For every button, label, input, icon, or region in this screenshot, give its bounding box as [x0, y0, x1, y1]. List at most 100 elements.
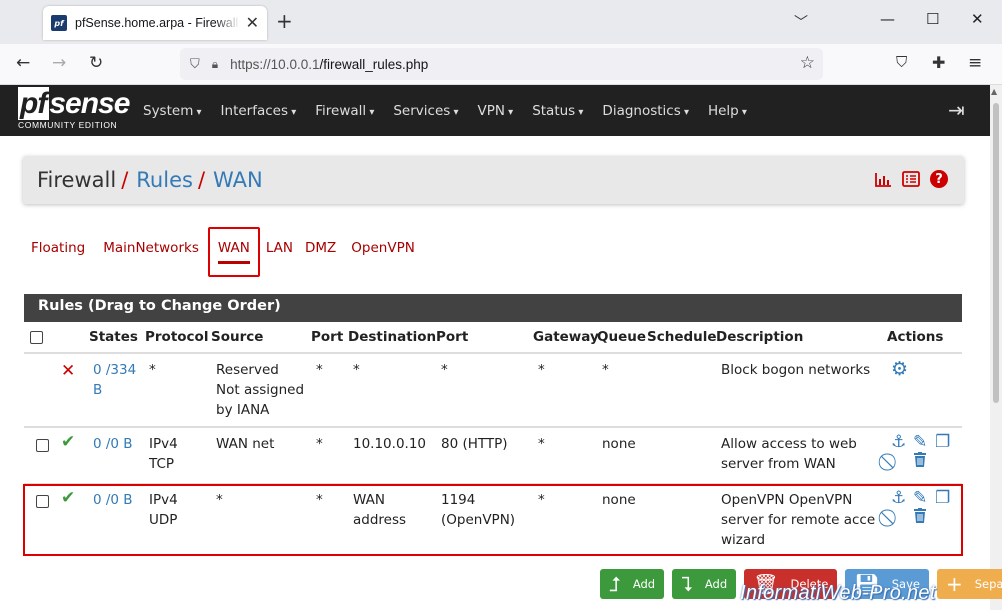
- header-schedule[interactable]: Schedule: [647, 327, 717, 347]
- header-states[interactable]: States: [89, 327, 138, 347]
- breadcrumb-rules-link[interactable]: Rules: [136, 168, 193, 192]
- scroll-thumb[interactable]: [993, 103, 999, 403]
- menu-help[interactable]: Help: [708, 103, 747, 119]
- menu-status[interactable]: Status: [532, 103, 583, 119]
- breadcrumb-firewall: Firewall: [37, 168, 117, 192]
- breadcrumb: Firewall / Rules / WAN ?: [23, 156, 964, 204]
- header-actions: Actions: [887, 329, 944, 345]
- rule-queue: *: [602, 362, 609, 378]
- page-scrollbar[interactable]: ▲: [990, 85, 1002, 610]
- edit-pencil-icon[interactable]: ✎: [913, 432, 927, 452]
- rule-states[interactable]: 0 /334 B: [93, 360, 136, 400]
- rule-gateway: *: [538, 436, 545, 452]
- table-row[interactable]: ✔ 0 /0 B IPv4 TCP WAN net * 10.10.0.10 80…: [24, 428, 962, 484]
- browser-tab-title: pfSense.home.arpa - Firewall: Rules: WAN: [75, 16, 240, 30]
- close-window-icon[interactable]: ✕: [971, 10, 984, 28]
- add-rule-top-button[interactable]: ⮥ Add: [600, 569, 665, 599]
- rule-destination: 10.10.0.10: [353, 436, 426, 452]
- rules-table-header: States Protocol Source Port Destination …: [24, 322, 962, 354]
- menu-diagnostics[interactable]: Diagnostics: [602, 103, 689, 119]
- url-text[interactable]: https://10.0.0.1/firewall_rules.php: [230, 57, 428, 72]
- rule-source-port: *: [316, 436, 323, 452]
- header-description[interactable]: Description: [716, 327, 803, 347]
- forward-arrow-icon[interactable]: →: [52, 53, 66, 73]
- list-tabs-chevron-icon[interactable]: ﹀: [794, 12, 808, 32]
- edition-label: COMMUNITY EDITION: [18, 120, 118, 130]
- tab-dmz[interactable]: DMZ: [302, 236, 345, 264]
- edit-pencil-icon[interactable]: ✎: [913, 488, 927, 508]
- header-destination[interactable]: Destination: [348, 327, 436, 347]
- menu-interfaces[interactable]: Interfaces: [221, 103, 297, 119]
- row-checkbox[interactable]: [36, 439, 49, 452]
- help-icon[interactable]: ?: [930, 170, 948, 188]
- menu-vpn[interactable]: VPN: [478, 103, 514, 119]
- header-queue[interactable]: Queue: [597, 327, 646, 347]
- select-all-checkbox[interactable]: [30, 331, 43, 344]
- delete-trash-icon[interactable]: [913, 452, 927, 473]
- rule-protocol: *: [149, 362, 156, 378]
- site-info-lock-icon[interactable]: 🔒︎: [212, 57, 218, 72]
- new-tab-button[interactable]: +: [276, 9, 293, 33]
- browser-tab[interactable]: pf pfSense.home.arpa - Firewall: Rules: …: [43, 6, 267, 40]
- table-row[interactable]: ✔ 0 /0 B IPv4 UDP * * WAN address 1194 (Ope…: [23, 484, 963, 556]
- header-destination-port[interactable]: Port: [436, 327, 468, 347]
- header-source-port[interactable]: Port: [311, 327, 343, 347]
- close-tab-icon[interactable]: ✕: [246, 15, 259, 31]
- browser-tab-bar: pf pfSense.home.arpa - Firewall: Rules: …: [0, 0, 1002, 44]
- rules-panel: Rules (Drag to Change Order) States Prot…: [23, 294, 963, 556]
- tab-lan[interactable]: LAN: [260, 236, 302, 264]
- delete-trash-icon[interactable]: [913, 508, 927, 529]
- header-protocol[interactable]: Protocol: [145, 327, 208, 347]
- arrow-up-icon: ⮥: [609, 572, 621, 596]
- anchor-icon[interactable]: ⚓: [891, 432, 906, 452]
- browser-nav-bar: ← → ↻ ⛉ 🔒︎ https://10.0.0.1/firewall_rul…: [0, 44, 1002, 85]
- add-separator-button[interactable]: +Separator: [936, 569, 1002, 599]
- copy-icon[interactable]: ❐: [935, 432, 950, 452]
- rule-gateway: *: [538, 492, 545, 508]
- settings-gear-icon[interactable]: ⚙: [891, 359, 908, 379]
- rule-destination-port: 1194 (OpenVPN): [441, 492, 516, 528]
- extensions-icon[interactable]: ✚: [932, 53, 945, 72]
- url-bar[interactable]: ⛉ 🔒︎ https://10.0.0.1/firewall_rules.php…: [180, 48, 823, 80]
- header-source[interactable]: Source: [211, 327, 263, 347]
- rule-states[interactable]: 0 /0 B: [93, 434, 133, 454]
- arrow-down-icon: ⮧: [681, 572, 693, 596]
- scroll-up-icon[interactable]: ▲: [991, 87, 997, 96]
- header-gateway[interactable]: Gateway: [533, 327, 599, 347]
- chart-icon[interactable]: [874, 170, 892, 188]
- pfsense-favicon-icon: pf: [51, 15, 67, 31]
- bookmark-star-icon[interactable]: ☆: [800, 53, 815, 73]
- tracking-shield-icon[interactable]: ⛉: [190, 57, 200, 72]
- rule-source-port: *: [316, 362, 323, 378]
- copy-icon[interactable]: ❐: [935, 488, 950, 508]
- rule-source: *: [216, 492, 223, 508]
- back-arrow-icon[interactable]: ←: [16, 53, 30, 73]
- tab-floating[interactable]: Floating: [22, 236, 94, 264]
- breadcrumb-separator: /: [121, 168, 129, 192]
- app-menu-icon[interactable]: ≡: [968, 53, 982, 73]
- menu-system[interactable]: System: [143, 103, 202, 119]
- add-rule-bottom-button[interactable]: ⮧ Add: [672, 569, 737, 599]
- rule-queue: none: [602, 436, 636, 452]
- rule-states[interactable]: 0 /0 B: [93, 490, 133, 510]
- table-row[interactable]: ✕ 0 /334 B * Reserved Not assigned by IANA …: [24, 354, 962, 428]
- tab-openvpn[interactable]: OpenVPN: [345, 236, 424, 264]
- row-checkbox[interactable]: [36, 495, 49, 508]
- rule-description: Block bogon networks: [721, 362, 871, 378]
- anchor-icon[interactable]: ⚓: [891, 488, 906, 508]
- logout-icon[interactable]: ⇥: [948, 98, 965, 122]
- breadcrumb-wan-link[interactable]: WAN: [213, 168, 263, 192]
- minimize-window-icon[interactable]: —: [880, 10, 895, 28]
- tab-wan[interactable]: WAN: [207, 227, 260, 277]
- pocket-icon[interactable]: ⛉: [896, 53, 907, 71]
- rule-destination: WAN address: [353, 492, 407, 528]
- reload-icon[interactable]: ↻: [89, 53, 103, 73]
- maximize-window-icon[interactable]: ☐: [926, 10, 939, 28]
- menu-firewall[interactable]: Firewall: [315, 103, 374, 119]
- pfsense-logo[interactable]: pf sense COMMUNITY EDITION: [18, 87, 130, 130]
- list-icon[interactable]: [902, 170, 920, 188]
- tab-mainnetworks[interactable]: MainNetworks: [94, 236, 208, 264]
- interface-tabs: Floating MainNetworks WAN LAN DMZ OpenVP…: [22, 227, 424, 286]
- menu-services[interactable]: Services: [393, 103, 458, 119]
- plus-icon: +: [945, 572, 963, 596]
